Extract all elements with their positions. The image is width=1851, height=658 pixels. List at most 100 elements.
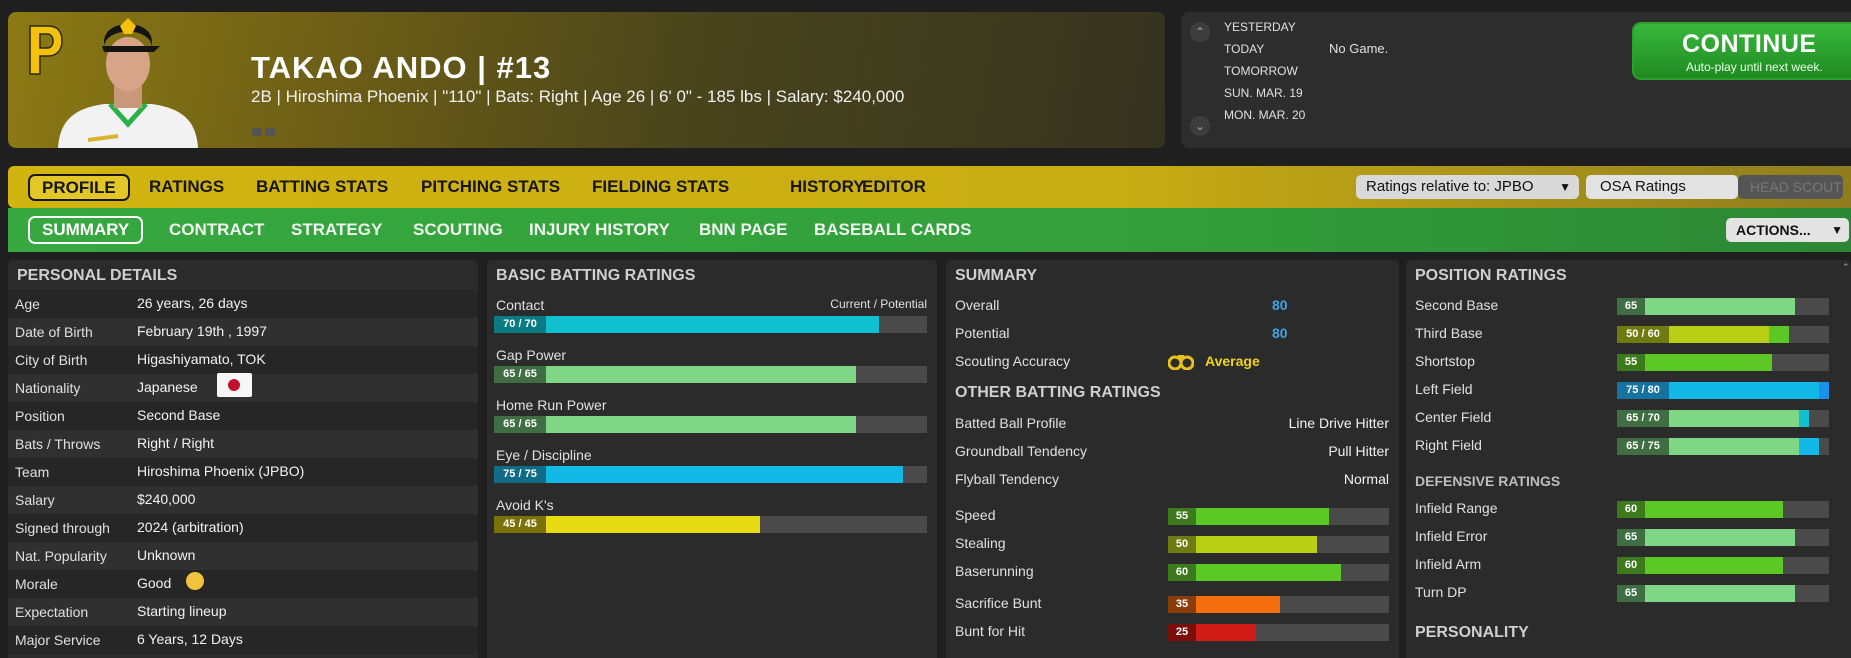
detail-label: Major Service (15, 632, 101, 648)
personal-details-title: PERSONAL DETAILS (17, 267, 178, 284)
batting-rating-bar-badge: 70 / 70 (494, 316, 546, 333)
running-rating-bar-fill (1196, 564, 1341, 581)
player-info: 2B | Hiroshima Phoenix | "110" | Bats: R… (251, 87, 905, 106)
binoculars-icon (1168, 355, 1194, 370)
running-rating-bar-badge: 60 (1168, 564, 1196, 581)
actions-dropdown[interactable]: ACTIONS... ▼ (1726, 218, 1849, 242)
schedule-day-mon[interactable]: MON. MAR. 20 (1224, 108, 1305, 122)
detail-label: Nat. Popularity (15, 548, 107, 564)
position-rating-bar-badge: 50 / 60 (1617, 326, 1669, 343)
player-header: TAKAO ANDO | #13 2B | Hiroshima Phoenix … (8, 12, 1165, 148)
detail-row: Signed through 2024 (arbitration) (8, 514, 478, 542)
running-rating-label: Sacrifice Bunt (955, 595, 1042, 611)
detail-value: Japanese (137, 379, 198, 395)
detail-value: Starting lineup (137, 603, 227, 619)
running-rating-bar-fill (1196, 508, 1329, 525)
tab-injury-history[interactable]: INJURY HISTORY (529, 220, 670, 240)
other-batting-value: Line Drive Hitter (1288, 415, 1389, 431)
head-scout-button[interactable]: HEAD SCOUT (1738, 175, 1843, 199)
position-label: Third Base (1415, 325, 1483, 341)
detail-value: Right / Right (137, 435, 215, 451)
defensive-label: Infield Error (1415, 528, 1488, 544)
schedule-day-tomorrow[interactable]: TOMORROW (1224, 64, 1298, 78)
detail-label: Morale (15, 576, 58, 592)
detail-label: Date of Birth (15, 324, 93, 340)
chevron-down-icon[interactable]: ⌄ (1190, 116, 1210, 136)
detail-value: Higashiyamato, TOK (137, 351, 266, 367)
defensive-rating-bar-fill (1645, 529, 1795, 546)
other-batting-label: Groundball Tendency (955, 443, 1088, 459)
defensive-label: Turn DP (1415, 584, 1467, 600)
batting-rating-label: Eye / Discipline (496, 447, 592, 463)
detail-label: Team (15, 464, 50, 480)
batting-rating-label: Contact (496, 297, 545, 313)
schedule-day-yesterday[interactable]: YESTERDAY (1224, 20, 1296, 34)
ratings-relative-dropdown[interactable]: Ratings relative to: JPBO ▼ (1356, 175, 1579, 199)
tab-scouting[interactable]: SCOUTING (413, 220, 503, 240)
potential-label: Potential (955, 325, 1010, 341)
detail-value: Second Base (137, 407, 221, 423)
tab-strategy[interactable]: STRATEGY (291, 220, 382, 240)
other-batting-title: OTHER BATTING RATINGS (955, 384, 1161, 401)
continue-button[interactable]: CONTINUE Auto-play until next week. (1632, 22, 1851, 80)
personality-title: PERSONALITY (1415, 624, 1529, 641)
schedule-day-today[interactable]: TODAY (1224, 42, 1264, 56)
batting-rating-bar-fill (546, 516, 760, 533)
detail-label: Salary (15, 492, 55, 508)
chevron-up-icon[interactable]: ⌃ (1190, 22, 1210, 42)
continue-subtitle: Auto-play until next week. (1686, 60, 1823, 74)
running-rating-bar-fill (1196, 596, 1280, 613)
running-rating-bar-badge: 25 (1168, 624, 1196, 641)
batting-rating-bar-badge: 75 / 75 (494, 466, 546, 483)
potential-value: 80 (1272, 325, 1288, 341)
smiley-icon (186, 572, 204, 590)
running-rating-label: Speed (955, 507, 996, 523)
position-rating-bar-fill (1669, 326, 1769, 343)
tab-batting-stats[interactable]: BATTING STATS (256, 177, 388, 197)
ratings-relative-label: Ratings relative to: JPBO (1366, 178, 1534, 195)
detail-row: Nat. Popularity Unknown (8, 542, 478, 570)
defensive-label: Infield Range (1415, 500, 1498, 516)
other-batting-label: Batted Ball Profile (955, 415, 1067, 431)
position-ratings-panel: POSITION RATINGS Second Base 65 Third Base… (1406, 260, 1851, 658)
batting-rating-bar-badge: 65 / 65 (494, 366, 546, 383)
detail-row: Position Second Base (8, 402, 478, 430)
detail-value: February 19th , 1997 (137, 323, 267, 339)
defensive-rating-bar-fill (1645, 585, 1795, 602)
defensive-rating-bar-badge: 65 (1617, 585, 1645, 602)
tab-pitching-stats[interactable]: PITCHING STATS (421, 177, 560, 197)
tab-baseball-cards[interactable]: BASEBALL CARDS (814, 220, 971, 240)
batting-rating-bar-fill (546, 316, 879, 333)
defensive-rating-bar-badge: 60 (1617, 501, 1645, 518)
tab-summary[interactable]: SUMMARY (28, 216, 144, 244)
tab-editor[interactable]: EDITOR (862, 177, 926, 197)
detail-row: Major Service 6 Years, 12 Days (8, 626, 478, 654)
position-rating-bar-fill (1669, 382, 1819, 399)
defensive-rating-bar-fill (1645, 557, 1783, 574)
scroll-up-icon[interactable]: ⌃ (1842, 262, 1851, 272)
running-rating-bar-badge: 55 (1168, 508, 1196, 525)
batting-rating-label: Gap Power (496, 347, 567, 363)
tab-fielding-stats[interactable]: FIELDING STATS (592, 177, 729, 197)
defensive-rating-bar-badge: 65 (1617, 529, 1645, 546)
sub-tab-bar: SUMMARY CONTRACT STRATEGY SCOUTING INJUR… (8, 208, 1851, 252)
running-rating-label: Bunt for Hit (955, 623, 1026, 639)
defensive-rating-bar-badge: 60 (1617, 557, 1645, 574)
japan-flag-icon (217, 373, 252, 397)
tab-ratings[interactable]: RATINGS (149, 177, 224, 197)
tab-bnn-page[interactable]: BNN PAGE (699, 220, 787, 240)
detail-label: City of Birth (15, 352, 88, 368)
detail-row: Nationality Japanese (8, 373, 478, 402)
detail-row: Date of Birth February 19th , 1997 (8, 318, 478, 346)
osa-ratings-button[interactable]: OSA Ratings (1586, 175, 1738, 199)
scouting-accuracy-label: Scouting Accuracy (955, 353, 1071, 369)
tab-history[interactable]: HISTORY (790, 177, 865, 197)
position-label: Second Base (1415, 297, 1499, 313)
tab-profile[interactable]: PROFILE (28, 174, 130, 201)
defensive-label: Infield Arm (1415, 556, 1482, 572)
basic-batting-panel: BASIC BATTING RATINGS Current / Potentia… (487, 260, 937, 658)
position-label: Center Field (1415, 409, 1492, 425)
tab-contract[interactable]: CONTRACT (169, 220, 264, 240)
running-rating-bar-badge: 35 (1168, 596, 1196, 613)
schedule-day-sun[interactable]: SUN. MAR. 19 (1224, 86, 1303, 100)
